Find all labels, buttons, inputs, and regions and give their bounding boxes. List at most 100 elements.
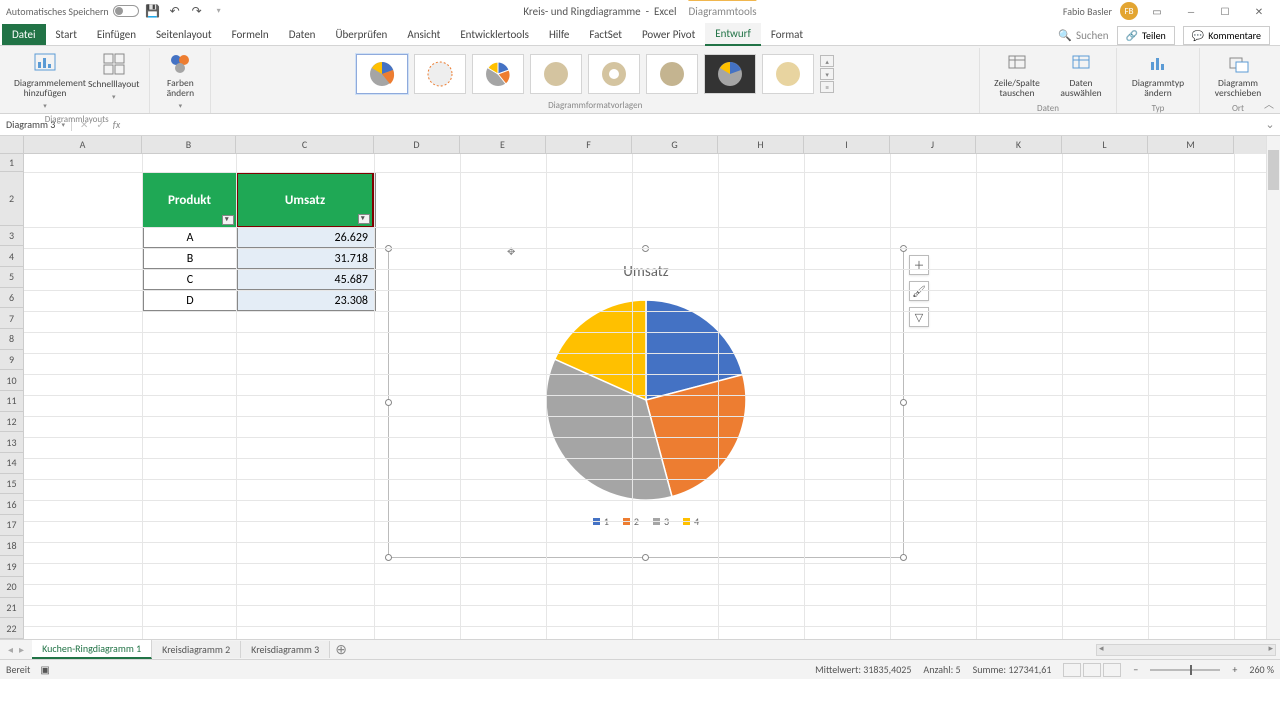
- table-row[interactable]: B31.718: [143, 248, 375, 269]
- row-header[interactable]: 19: [0, 556, 24, 577]
- chart-style-3[interactable]: [472, 54, 524, 94]
- macro-record-icon[interactable]: ▣: [40, 663, 49, 676]
- row-header[interactable]: 3: [0, 226, 24, 247]
- tab-entwicklertools[interactable]: Entwicklertools: [450, 24, 539, 45]
- tab-file[interactable]: Datei: [2, 24, 46, 45]
- horizontal-scrollbar[interactable]: [1096, 644, 1276, 656]
- tab-formeln[interactable]: Formeln: [222, 24, 279, 45]
- avatar[interactable]: FB: [1120, 2, 1138, 20]
- chart-style-4[interactable]: [530, 54, 582, 94]
- row-header[interactable]: 9: [0, 350, 24, 371]
- minimize-icon[interactable]: ―: [1176, 0, 1206, 22]
- sheet-nav[interactable]: ◂▸: [0, 643, 32, 656]
- fx-icon[interactable]: fx: [113, 118, 120, 131]
- share-button[interactable]: 🔗 Teilen: [1117, 26, 1175, 45]
- row-header[interactable]: 4: [0, 246, 24, 267]
- row-header[interactable]: 1: [0, 154, 24, 172]
- view-page-layout-button[interactable]: [1083, 663, 1101, 677]
- row-header[interactable]: 11: [0, 391, 24, 412]
- sheet-tab-2[interactable]: Kreisdiagramm 2: [152, 641, 241, 658]
- chart-elements-button[interactable]: ＋: [909, 255, 929, 275]
- row-header[interactable]: 20: [0, 577, 24, 598]
- select-data-button[interactable]: Daten auswählen: [1052, 50, 1110, 101]
- col-header[interactable]: J: [890, 136, 976, 154]
- tab-ansicht[interactable]: Ansicht: [397, 24, 450, 45]
- col-header[interactable]: G: [632, 136, 718, 154]
- chart-title[interactable]: Umsatz: [389, 249, 903, 281]
- table-header-umsatz[interactable]: Umsatz: [236, 172, 374, 228]
- table-header-produkt[interactable]: Produkt: [143, 173, 237, 227]
- style-gallery-scroll[interactable]: ▴▾≡: [820, 55, 834, 93]
- chart-style-1[interactable]: [356, 54, 408, 94]
- chart-style-8[interactable]: [762, 54, 814, 94]
- zoom-in-button[interactable]: +: [1232, 663, 1237, 676]
- tab-einfuegen[interactable]: Einfügen: [87, 24, 146, 45]
- tab-start[interactable]: Start: [46, 24, 87, 45]
- vertical-scrollbar[interactable]: [1266, 136, 1280, 639]
- row-header[interactable]: 13: [0, 432, 24, 453]
- tab-hilfe[interactable]: Hilfe: [539, 24, 579, 45]
- autosave-toggle[interactable]: [113, 5, 139, 17]
- add-chart-element-button[interactable]: Diagrammelement hinzufügen ▾: [10, 50, 80, 112]
- table-row[interactable]: C45.687: [143, 269, 375, 290]
- redo-icon[interactable]: ↷: [189, 3, 205, 19]
- row-header[interactable]: 8: [0, 329, 24, 350]
- filter-dropdown-icon[interactable]: [358, 214, 370, 224]
- search-input[interactable]: 🔍 Suchen: [1058, 29, 1108, 42]
- ribbon-options-icon[interactable]: ▭: [1142, 0, 1172, 22]
- col-header[interactable]: L: [1062, 136, 1148, 154]
- tab-ueberpruefen[interactable]: Überprüfen: [325, 24, 397, 45]
- tab-format[interactable]: Format: [761, 24, 813, 45]
- chart-filter-button[interactable]: ▽: [909, 307, 929, 327]
- chart-object[interactable]: ✥ Umsatz 1234 ＋ 🖌 ▽: [388, 248, 904, 558]
- change-chart-type-button[interactable]: Diagrammtyp ändern: [1123, 50, 1193, 101]
- close-icon[interactable]: ✕: [1244, 0, 1274, 22]
- zoom-slider[interactable]: [1150, 669, 1220, 671]
- col-header[interactable]: I: [804, 136, 890, 154]
- row-header[interactable]: 7: [0, 308, 24, 329]
- change-colors-button[interactable]: Farben ändern ▾: [156, 50, 204, 112]
- pie-chart[interactable]: [389, 281, 903, 505]
- zoom-out-button[interactable]: −: [1133, 663, 1138, 676]
- chart-style-5[interactable]: [588, 54, 640, 94]
- table-row[interactable]: A26.629: [143, 227, 375, 248]
- col-header[interactable]: A: [24, 136, 142, 154]
- sheet-tab-3[interactable]: Kreisdiagramm 3: [241, 641, 330, 658]
- row-header[interactable]: 15: [0, 474, 24, 495]
- filter-dropdown-icon[interactable]: [222, 215, 234, 225]
- collapse-ribbon-icon[interactable]: ︿: [1264, 96, 1274, 111]
- row-header[interactable]: 2: [0, 172, 24, 226]
- comments-button[interactable]: 💬 Kommentare: [1183, 26, 1270, 45]
- spreadsheet-grid[interactable]: ABCDEFGHIJKLM 12345678910111213141516171…: [0, 136, 1280, 639]
- chart-legend[interactable]: 1234: [389, 505, 903, 528]
- tab-entwurf[interactable]: Entwurf: [705, 23, 761, 46]
- chart-style-2[interactable]: [414, 54, 466, 94]
- select-all-corner[interactable]: [0, 136, 24, 154]
- row-header[interactable]: 18: [0, 536, 24, 557]
- row-header[interactable]: 14: [0, 453, 24, 474]
- col-header[interactable]: E: [460, 136, 546, 154]
- col-header[interactable]: D: [374, 136, 460, 154]
- undo-icon[interactable]: ↶: [167, 3, 183, 19]
- row-header[interactable]: 10: [0, 370, 24, 391]
- tab-daten[interactable]: Daten: [279, 24, 326, 45]
- view-normal-button[interactable]: [1063, 663, 1081, 677]
- quick-layout-button[interactable]: Schnelllayout ▾: [84, 50, 143, 103]
- switch-row-col-button[interactable]: Zeile/Spalte tauschen: [986, 50, 1048, 101]
- maximize-icon[interactable]: ☐: [1210, 0, 1240, 22]
- zoom-level[interactable]: 260 %: [1249, 663, 1274, 676]
- chart-styles-button[interactable]: 🖌: [909, 281, 929, 301]
- formula-expand-icon[interactable]: ⌄: [1260, 118, 1280, 131]
- col-header[interactable]: K: [976, 136, 1062, 154]
- col-header[interactable]: F: [546, 136, 632, 154]
- chart-style-7[interactable]: [704, 54, 756, 94]
- row-header[interactable]: 12: [0, 412, 24, 433]
- qat-customize-icon[interactable]: ▾: [211, 3, 227, 19]
- row-header[interactable]: 22: [0, 618, 24, 639]
- row-header[interactable]: 16: [0, 494, 24, 515]
- sheet-tab-active[interactable]: Kuchen-Ringdiagramm 1: [32, 640, 152, 659]
- tab-factset[interactable]: FactSet: [579, 24, 632, 45]
- col-header[interactable]: M: [1148, 136, 1234, 154]
- save-icon[interactable]: 💾: [145, 3, 161, 19]
- table-row[interactable]: D23.308: [143, 290, 375, 311]
